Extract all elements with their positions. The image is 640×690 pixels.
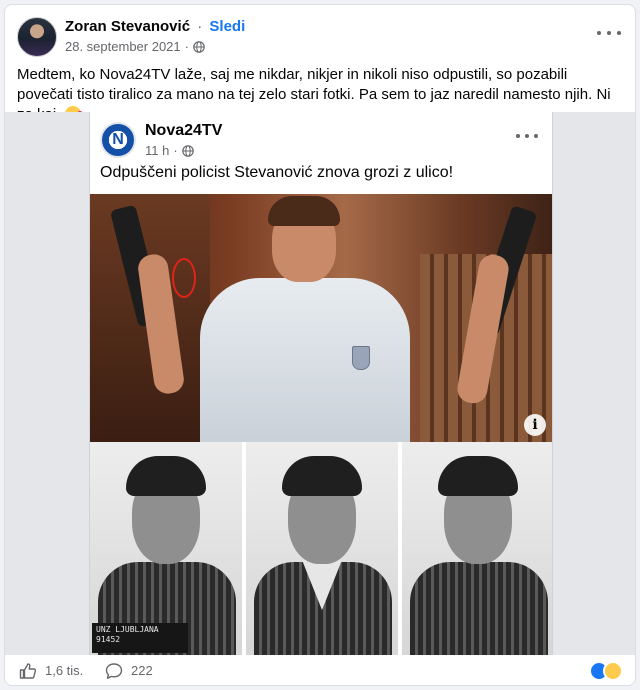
thumbs-up-icon[interactable] <box>19 662 37 680</box>
officer-uniform <box>200 278 410 442</box>
post-media[interactable]: N Nova24TV 11 h · Odpuščeni policist Ste… <box>5 112 635 655</box>
mugshot-photos: UNZ LJUBLJANA 91452 <box>90 442 552 655</box>
globe-icon <box>193 40 205 53</box>
shared-headline: Odpuščeni policist Stevanović znova groz… <box>100 164 454 181</box>
more-dot <box>597 31 601 35</box>
mugshot-profile-left: UNZ LJUBLJANA 91452 <box>90 442 246 655</box>
globe-icon <box>181 144 194 157</box>
mugshot-hair <box>282 456 362 496</box>
shared-post-time: 11 h <box>145 143 170 158</box>
shared-post-screenshot: N Nova24TV 11 h · Odpuščeni policist Ste… <box>89 112 553 655</box>
plate-line-1: UNZ LJUBLJANA <box>96 625 159 634</box>
mugshot-hair <box>438 456 518 496</box>
comment-bubble-icon[interactable] <box>105 662 123 680</box>
haha-reaction-icon <box>603 661 623 681</box>
shared-meta-separator: · <box>173 143 178 158</box>
shared-page-name: Nova24TV <box>145 122 223 139</box>
author-avatar[interactable] <box>17 17 57 57</box>
uniform-badge <box>352 346 370 370</box>
more-dot <box>534 134 538 138</box>
like-count[interactable]: 1,6 tis. <box>45 663 83 678</box>
more-dot <box>607 31 611 35</box>
red-highlight-circle <box>172 258 196 298</box>
reaction-summary[interactable] <box>589 661 625 681</box>
post-header: Zoran Stevanović · Sledi <box>65 18 245 35</box>
separator-dot: · <box>197 18 203 35</box>
more-dot <box>525 134 529 138</box>
more-dot <box>617 31 621 35</box>
meta-separator: · <box>184 39 189 54</box>
shared-post-meta: 11 h · <box>145 143 194 158</box>
more-dot <box>516 134 520 138</box>
nova24tv-logo: N <box>100 122 136 158</box>
comment-count[interactable]: 222 <box>131 663 153 678</box>
mugshot-plate: UNZ LJUBLJANA 91452 <box>92 623 188 653</box>
mugshot-profile-right <box>402 442 552 655</box>
officer-photo: i <box>90 194 552 442</box>
post-meta: 28. september 2021 · <box>65 39 205 54</box>
post-footer: 1,6 tis. 222 <box>5 655 635 685</box>
shared-more-options-icon <box>516 134 538 140</box>
mugshot-hair <box>126 456 206 496</box>
mugshot-front <box>246 442 402 655</box>
follow-button[interactable]: Sledi <box>209 18 245 35</box>
post-date[interactable]: 28. september 2021 <box>65 39 181 54</box>
post-card: Zoran Stevanović · Sledi 28. september 2… <box>4 4 636 686</box>
officer-hair <box>268 196 340 226</box>
info-icon[interactable]: i <box>524 414 546 436</box>
author-name[interactable]: Zoran Stevanović <box>65 18 190 35</box>
more-options-button[interactable] <box>597 25 621 41</box>
mugshot-jacket <box>410 562 548 655</box>
plate-line-2: 91452 <box>96 635 121 644</box>
